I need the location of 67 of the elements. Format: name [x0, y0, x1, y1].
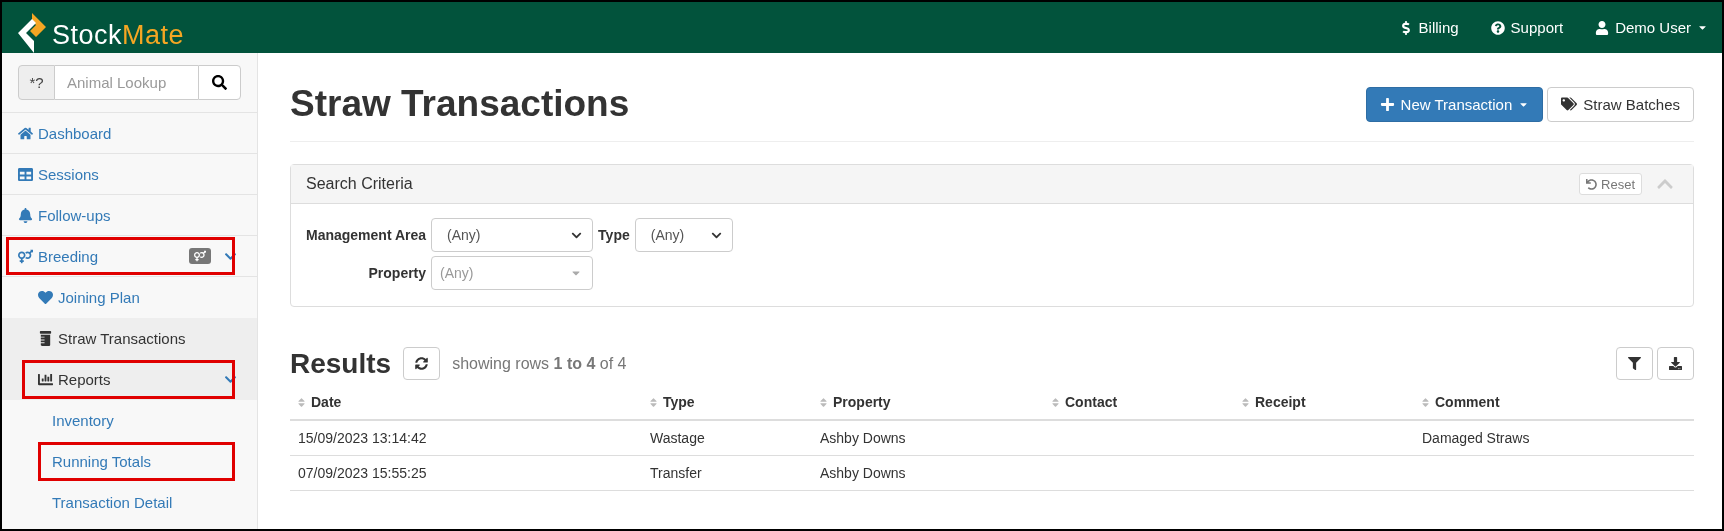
heart-icon	[38, 290, 53, 305]
help-icon	[1490, 20, 1505, 35]
search-button[interactable]	[198, 65, 241, 100]
sidebar-item[interactable]: Inventory	[2, 400, 257, 441]
table-cell: Ashby Downs	[812, 455, 1044, 490]
nav-link[interactable]: Demo User	[1595, 19, 1708, 36]
reset-button[interactable]: Reset	[1579, 173, 1642, 195]
sort-icon	[1050, 396, 1061, 408]
column-header[interactable]: Type	[642, 386, 812, 420]
home-icon	[18, 125, 33, 141]
field-label: Management Area	[306, 227, 427, 243]
sort-icon	[818, 396, 829, 408]
table-cell: Transfer	[642, 455, 812, 490]
column-header[interactable]: Date	[290, 386, 642, 420]
plus-icon	[1379, 96, 1395, 112]
sidebar-item[interactable]: Joining Plan	[2, 277, 257, 318]
table-cell: Wastage	[642, 419, 812, 455]
download-icon	[1669, 357, 1682, 370]
column-header[interactable]: Contact	[1044, 386, 1234, 420]
search-icon	[212, 75, 227, 90]
logo-text: StockMate	[52, 22, 185, 49]
gender-symbols-icon	[18, 248, 33, 264]
undo-icon	[1586, 178, 1598, 190]
table-cell: Damaged Straws	[1414, 419, 1694, 455]
bell-icon	[18, 207, 33, 223]
field-label: Type	[598, 227, 630, 243]
filter-icon	[1628, 357, 1641, 370]
table-cell: 07/09/2023 15:55:25	[290, 455, 642, 490]
download-button[interactable]	[1657, 347, 1694, 380]
user-icon	[1595, 20, 1610, 35]
bottle-icon	[38, 331, 53, 346]
column-header[interactable]: Property	[812, 386, 1044, 420]
column-header[interactable]: Receipt	[1234, 386, 1414, 420]
field-label: Property	[367, 265, 427, 281]
table-cell: 15/09/2023 13:14:42	[290, 419, 642, 455]
sidebar-item[interactable]: Transaction Detail	[2, 482, 257, 523]
sort-icon	[1420, 396, 1431, 408]
results-title: Results	[290, 347, 392, 380]
sort-icon	[1240, 396, 1251, 408]
refresh-button[interactable]	[403, 347, 441, 380]
sidebar-item[interactable]: Straw Transactions	[2, 318, 257, 359]
panel-title: Search Criteria	[306, 175, 413, 193]
wildcard-addon: *?	[18, 65, 55, 100]
row-count-text: showing rows 1 to 4 of 4	[452, 354, 627, 373]
sort-icon	[648, 396, 659, 408]
select-field[interactable]: (Any)	[634, 218, 733, 252]
bar-chart-icon	[38, 372, 53, 387]
nav-link[interactable]: Support	[1490, 19, 1564, 36]
select-field[interactable]: (Any)	[431, 218, 594, 252]
refresh-icon	[415, 357, 429, 370]
table-icon	[18, 166, 33, 182]
table-cell: Ashby Downs	[812, 419, 1044, 455]
sidebar-item[interactable]: Sessions	[2, 154, 257, 195]
sidebar-item[interactable]: Follow-ups	[2, 195, 257, 236]
filter-button[interactable]	[1616, 347, 1653, 380]
column-header[interactable]: Comment	[1414, 386, 1694, 420]
sidebar-item[interactable]: Running Totals	[2, 441, 257, 482]
straw-batches-button[interactable]: Straw Batches	[1547, 86, 1694, 122]
page-title: Straw Transactions	[290, 83, 630, 125]
tags-icon	[1561, 96, 1578, 112]
new-transaction-button[interactable]: New Transaction	[1365, 86, 1544, 122]
sidebar-item[interactable]: Reports	[2, 359, 257, 400]
sidebar-item[interactable]: Breeding	[2, 236, 257, 277]
sidebar-item[interactable]: Dashboard	[2, 113, 257, 154]
nav-link[interactable]: Billing	[1398, 19, 1459, 36]
sort-icon	[296, 396, 307, 408]
animal-lookup-field[interactable]: Animal Lookup	[55, 65, 198, 100]
